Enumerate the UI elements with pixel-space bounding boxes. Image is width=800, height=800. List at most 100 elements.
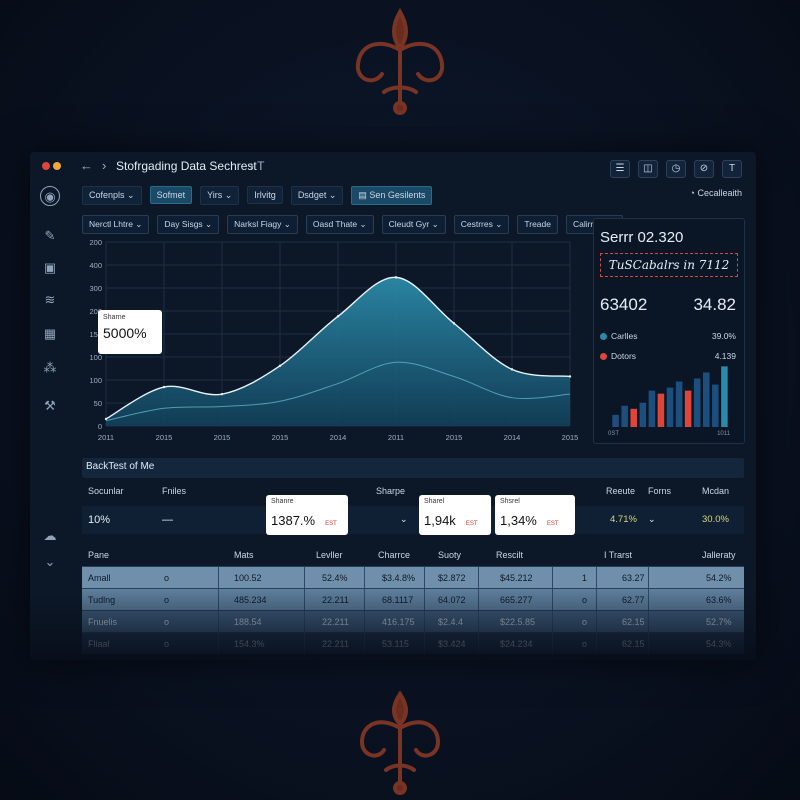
- panel-metric-left: 63402: [600, 295, 648, 314]
- column-divider: [552, 611, 553, 633]
- metric-card[interactable]: Shsrel 1,34% EST: [495, 495, 575, 535]
- y-tick-label: 100: [89, 353, 102, 362]
- table-header-cell[interactable]: Mats: [234, 550, 254, 560]
- table-header-cell[interactable]: Levller: [316, 550, 343, 560]
- table-header-cell[interactable]: I Trarst: [604, 550, 632, 560]
- box-icon[interactable]: ▣: [40, 258, 60, 278]
- table-row[interactable]: Amall o 100.52 52.4% $3.4.8% $2.872 $45.212 1 63…: [82, 566, 744, 589]
- wrench-icon[interactable]: ⚒: [40, 396, 60, 416]
- menu-icon[interactable]: ☰: [610, 160, 630, 178]
- summary-label: Reeute: [606, 486, 636, 496]
- filter-dropdown[interactable]: Narksl Fiagy ⌄: [227, 215, 298, 234]
- table-cell: $2.4.4: [438, 617, 464, 627]
- x-tick-label: 2011: [388, 433, 404, 442]
- legend-label: Carlles: [611, 331, 638, 341]
- mini-x-left: 0ST: [608, 431, 620, 437]
- column-divider: [596, 589, 597, 611]
- table-cell: o: [164, 573, 170, 583]
- table-cell: $45.212: [500, 573, 533, 583]
- summary-label: Fniles: [162, 486, 187, 496]
- table-header-cell[interactable]: Charrce: [378, 550, 410, 560]
- filter-dropdown[interactable]: Treade: [517, 215, 558, 234]
- table-row[interactable]: Tudlng o 485.234 22.211 68.1117 64.072 665.277…: [82, 588, 744, 611]
- filter-dropdown[interactable]: Cestrres ⌄: [453, 215, 510, 234]
- layers-icon[interactable]: ≋: [40, 290, 60, 310]
- toolbar-item[interactable]: Yirs ⌄: [200, 185, 240, 205]
- grid-icon[interactable]: ▦: [40, 324, 60, 344]
- x-tick-label: 2015: [562, 433, 579, 442]
- mini-bar: [712, 384, 719, 427]
- column-divider: [364, 589, 365, 611]
- text-icon[interactable]: T: [722, 160, 742, 178]
- summary-labels: Socunlar Fniles Sharpe Reeute Forns Mcda…: [82, 486, 744, 506]
- table-header-cell[interactable]: Pane: [88, 550, 109, 560]
- mini-bar: [648, 390, 656, 427]
- table-row[interactable]: Fliaal o 154.3% 22.211 53.115 $3.424 $24.234 o 6…: [82, 632, 744, 655]
- summary-value: 10%: [88, 514, 111, 526]
- column-divider: [364, 611, 365, 633]
- toolbar-item[interactable]: Irlvitg: [247, 186, 283, 204]
- column-divider: [364, 567, 365, 589]
- chart-tooltip: Sharne 5000%: [98, 310, 162, 354]
- column-divider: [364, 633, 365, 655]
- metric-card[interactable]: Sharel 1,94k EST: [419, 495, 491, 535]
- table-cell: $3.424: [438, 639, 466, 649]
- legend-value: 39.0%: [711, 331, 736, 341]
- table-cell: 68.1117: [382, 595, 414, 605]
- summary-dash: —: [162, 514, 173, 526]
- edit-icon[interactable]: ✎: [40, 226, 60, 246]
- table-cell: $24.234: [500, 639, 533, 649]
- table-row[interactable]: Fnuelis o 188.54 22.211 416.175 $2.4.4 $22.5.8…: [82, 610, 744, 633]
- clock-icon[interactable]: ◷: [666, 160, 686, 178]
- filter-dropdown[interactable]: Day Sisgs ⌄: [157, 215, 220, 234]
- cup-icon[interactable]: ◫: [638, 160, 658, 178]
- summary-label: Socunlar: [88, 486, 124, 496]
- close-dot[interactable]: [42, 162, 50, 170]
- table-cell: Fliaal: [88, 639, 110, 649]
- toolbar-item[interactable]: Sofmet: [149, 186, 193, 204]
- table-cell: 53.115: [382, 639, 409, 649]
- y-tick-label: 300: [89, 284, 102, 293]
- filter-dropdown[interactable]: Nerctl Lhtre ⌄: [82, 215, 150, 234]
- toolbar-item[interactable]: Dsdget ⌄: [290, 185, 344, 205]
- back-icon[interactable]: ←: [80, 158, 93, 173]
- window-title: Stofrgading Data Sechrest: [116, 159, 257, 173]
- filter-dropdown[interactable]: Cleudt Gyr ⌄: [381, 215, 446, 234]
- filter-dropdown[interactable]: Oasd Thate ⌄: [305, 215, 374, 234]
- y-tick-label: 200: [89, 238, 102, 247]
- cloud-icon[interactable]: ☁: [40, 526, 60, 546]
- ornament-bottom: [359, 690, 441, 795]
- calendar-button[interactable]: ◔ Cecalleaith: [690, 188, 742, 198]
- panel-metric-right: 34.82: [693, 295, 736, 314]
- compass-icon[interactable]: ◉: [40, 186, 60, 206]
- ban-icon[interactable]: ⊘: [694, 160, 714, 178]
- mini-bar: [630, 408, 637, 427]
- toolbar-action-button[interactable]: ▤ Sen Gesilents: [351, 185, 433, 205]
- minimize-dot[interactable]: [53, 162, 61, 170]
- summary-chevron-icon[interactable]: ⌄: [648, 514, 656, 525]
- nodes-icon[interactable]: ⁂: [40, 358, 60, 378]
- table-header-cell[interactable]: Jalleraty: [702, 550, 736, 560]
- table-header-cell[interactable]: Suoty: [438, 550, 461, 560]
- mini-bar: [612, 414, 619, 427]
- x-tick-label: 2014: [504, 433, 521, 442]
- table-cell: o: [582, 595, 588, 605]
- metric-card[interactable]: Shanre 1387.% EST: [266, 495, 348, 535]
- mini-bar: [666, 387, 674, 427]
- toolbar-item[interactable]: Cofenpls ⌄: [82, 185, 142, 205]
- sidebar: ◉ ✎ ▣ ≋ ▦ ⁂ ⚒ ☁ ⌄: [30, 182, 70, 660]
- table-cell: $2.872: [438, 573, 466, 583]
- column-divider: [648, 611, 649, 633]
- x-tick-label: 2014: [330, 433, 347, 442]
- data-point: [394, 276, 398, 279]
- table-cell: o: [164, 595, 170, 605]
- column-divider: [648, 633, 649, 655]
- table-header-cell[interactable]: Rescilt: [496, 550, 523, 560]
- chevron-down-icon[interactable]: ⌄: [40, 552, 60, 572]
- legend-value: 4.139: [714, 351, 736, 361]
- forward-icon[interactable]: ›: [102, 158, 106, 173]
- table-cell: 154.3%: [234, 639, 265, 649]
- card-tag: EST: [465, 521, 478, 527]
- window-controls[interactable]: [42, 162, 61, 170]
- summary-chevron-icon[interactable]: ⌄: [400, 514, 408, 525]
